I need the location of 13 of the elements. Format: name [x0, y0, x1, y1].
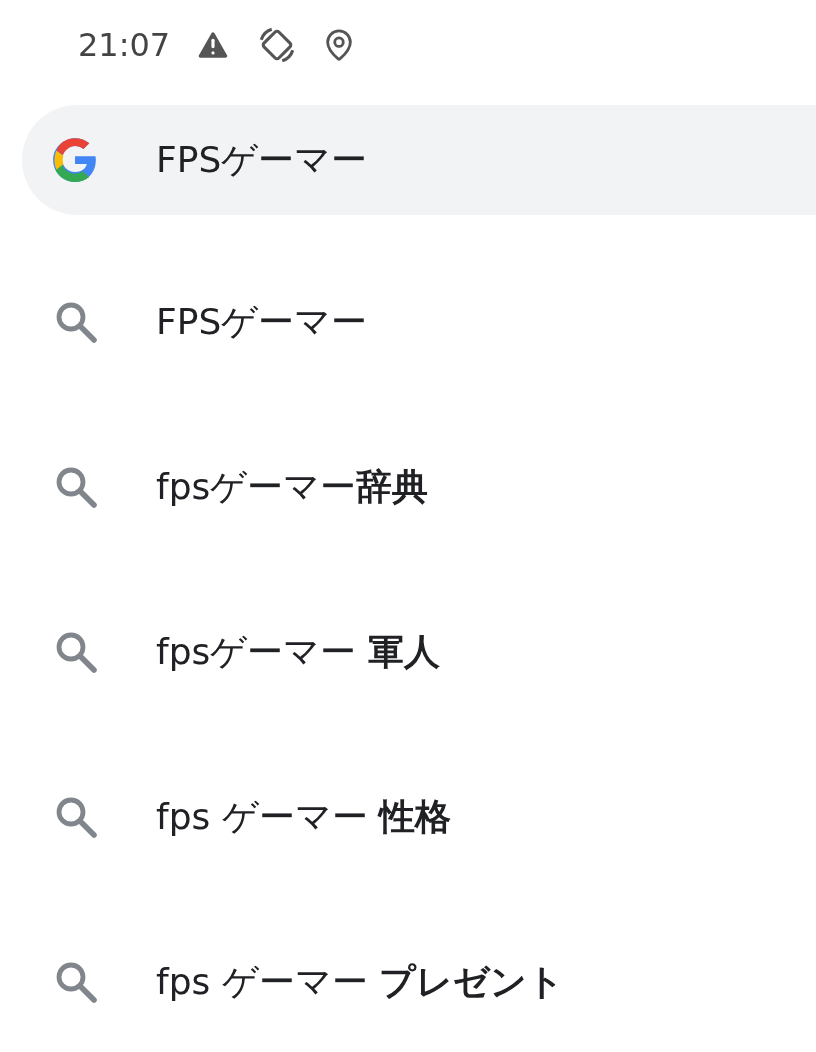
- search-field[interactable]: FPSゲーマー: [22, 105, 816, 215]
- suggestion-text: FPSゲーマー: [156, 299, 368, 344]
- suggestion-text: fpsゲーマー辞典: [156, 464, 429, 509]
- status-time: 21:07: [78, 25, 171, 66]
- suggestion-text: fpsゲーマー 軍人: [156, 629, 440, 674]
- suggestion-item[interactable]: fps ゲーマー 性格: [0, 734, 816, 899]
- suggestion-text: fps ゲーマー 性格: [156, 794, 452, 839]
- suggestion-text: fps ゲーマー プレゼント: [156, 959, 565, 1004]
- suggestion-item[interactable]: fpsゲーマー 軍人: [0, 569, 816, 734]
- suggestion-item[interactable]: fps ゲーマー プレゼント: [0, 899, 816, 1052]
- suggestion-item[interactable]: fpsゲーマー辞典: [0, 404, 816, 569]
- suggestion-item[interactable]: FPSゲーマー: [0, 239, 816, 404]
- search-query: FPSゲーマー: [156, 138, 368, 182]
